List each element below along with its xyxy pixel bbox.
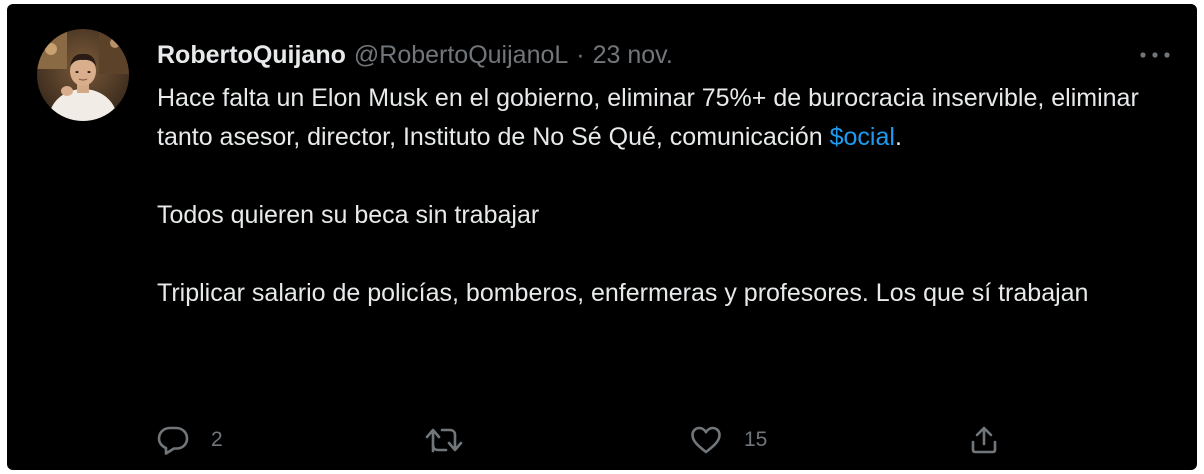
- header-separator: ·: [576, 40, 585, 69]
- tweet-paragraph-1: Hace falta un Elon Musk en el gobierno, …: [157, 79, 1167, 157]
- tweet-text-part: .: [894, 123, 902, 151]
- more-icon: [1140, 52, 1170, 58]
- screenshot-frame: RobertoQuijano @RobertoQuijanoL · 23 nov…: [0, 0, 1204, 474]
- reply-count: 2: [211, 428, 223, 451]
- like-icon: [691, 426, 721, 454]
- more-button[interactable]: [1135, 40, 1175, 70]
- retweet-icon: [425, 428, 463, 453]
- tweet-text: Hace falta un Elon Musk en el gobierno, …: [157, 79, 1167, 313]
- avatar[interactable]: [37, 29, 129, 121]
- tweet-paragraph-2: Todos quieren su beca sin trabajar: [157, 201, 540, 229]
- retweet-button[interactable]: [425, 422, 485, 458]
- reply-icon: [157, 426, 189, 455]
- like-count: 15: [744, 428, 768, 451]
- author-display-name[interactable]: RobertoQuijano: [157, 41, 346, 70]
- cashtag-link[interactable]: $ocial: [830, 123, 895, 151]
- tweet-actions: 2 15: [157, 422, 1017, 458]
- reply-button[interactable]: 2: [157, 422, 223, 458]
- tweet-paragraph-3: Triplicar salario de policías, bomberos,…: [157, 279, 1089, 307]
- tweet-date[interactable]: 23 nov.: [593, 41, 673, 70]
- author-handle[interactable]: @RobertoQuijanoL: [354, 41, 568, 70]
- tweet-card[interactable]: RobertoQuijano @RobertoQuijanoL · 23 nov…: [7, 4, 1197, 470]
- share-icon: [971, 426, 997, 454]
- like-button[interactable]: 15: [690, 422, 767, 458]
- tweet-header: RobertoQuijano @RobertoQuijanoL · 23 nov…: [157, 38, 673, 72]
- share-button[interactable]: [969, 422, 999, 458]
- tweet-text-part: Hace falta un Elon Musk en el gobierno, …: [157, 84, 1139, 151]
